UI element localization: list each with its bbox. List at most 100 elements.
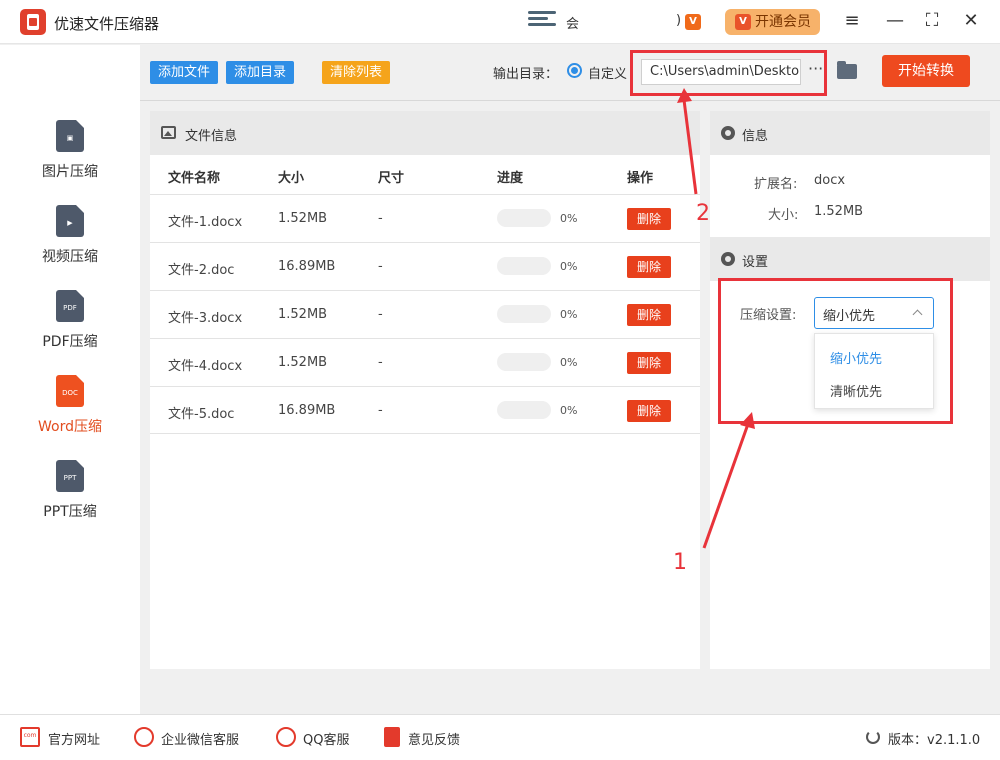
delete-button[interactable]: 删除 (627, 256, 671, 278)
progress-bar (497, 305, 551, 323)
refresh-icon[interactable] (866, 730, 880, 744)
annotation-number-1: 1 (673, 550, 687, 575)
file-name: 文件-4.docx (168, 359, 243, 374)
sidebar-item-label: 图片压缩 (42, 164, 98, 180)
sidebar-item-label: PDF压缩 (42, 334, 98, 350)
info-header: 信息 (710, 111, 990, 155)
progress-bar (497, 353, 551, 371)
file-size: 16.89MB (278, 403, 336, 418)
website-link[interactable]: 官方网址 (48, 729, 100, 748)
sidebar-item-pdf[interactable]: PDF PDF压缩 (0, 290, 140, 370)
column-header-progress: 进度 (497, 171, 524, 186)
custom-radio-label[interactable]: 自定义 (588, 63, 627, 82)
file-size: 16.89MB (278, 259, 336, 274)
feedback-icon (384, 727, 400, 747)
wechat-service-icon (134, 727, 154, 747)
user-name-mask (580, 8, 682, 36)
sidebar-item-ppt[interactable]: PPT PPT压缩 (0, 460, 140, 540)
progress-percent: 0% (560, 260, 578, 273)
settings-header: 设置 (710, 237, 990, 281)
vip-button[interactable]: V 开通会员 (725, 9, 820, 35)
user-name-tail: ) (676, 13, 682, 28)
user-avatar-icon[interactable] (528, 11, 556, 33)
wechat-service-link[interactable]: 企业微信客服 (161, 729, 239, 748)
extension-value: docx (814, 173, 846, 188)
doc-file-icon: DOC (56, 375, 84, 407)
delete-button[interactable]: 删除 (627, 208, 671, 230)
table-row[interactable]: 文件-3.docx 1.52MB - 0% 删除 (150, 290, 700, 338)
annotation-box-output-path (630, 50, 827, 96)
file-size: 1.52MB (278, 355, 328, 370)
file-dimensions: - (378, 307, 383, 322)
output-dir-label: 输出目录： (493, 67, 559, 82)
file-dimensions: - (378, 355, 383, 370)
table-row[interactable]: 文件-4.docx 1.52MB - 0% 删除 (150, 338, 700, 386)
progress-bar (497, 209, 551, 227)
info-title: 信息 (742, 129, 769, 144)
delete-button[interactable]: 删除 (627, 304, 671, 326)
delete-button[interactable]: 删除 (627, 400, 671, 422)
column-header-name: 文件名称 (168, 171, 221, 186)
file-name: 文件-2.doc (168, 263, 235, 278)
sidebar-item-video[interactable]: ▶ 视频压缩 (0, 205, 140, 285)
file-panel-title: 文件信息 (185, 129, 238, 144)
progress-percent: 0% (560, 404, 578, 417)
file-info-panel: 文件信息 文件名称 大小 尺寸 进度 操作 文件-1.docx 1.52MB -… (150, 111, 700, 669)
gear-icon (721, 252, 735, 266)
column-header-dimensions: 尺寸 (378, 171, 405, 186)
progress-percent: 0% (560, 356, 578, 369)
file-name: 文件-5.doc (168, 407, 235, 422)
vip-badge-icon: V (685, 14, 701, 30)
folder-icon[interactable] (837, 61, 857, 79)
file-size: 1.52MB (278, 211, 328, 226)
table-row[interactable]: 文件-1.docx 1.52MB - 0% 删除 (150, 194, 700, 242)
custom-radio[interactable] (567, 63, 582, 78)
column-header-size: 大小 (278, 171, 305, 186)
toolbar: 添加文件 添加目录 清除列表 输出目录： 自定义 C:\Users\admin\… (140, 45, 1000, 101)
gear-icon (721, 126, 735, 140)
title-bar: 优速文件压缩器 会 ) V V 开通会员 ≡ — ⛶ ✕ (0, 0, 1000, 44)
file-dimensions: - (378, 259, 383, 274)
file-dimensions: - (378, 211, 383, 226)
website-icon (20, 727, 40, 747)
close-icon[interactable]: ✕ (960, 10, 982, 32)
file-dimensions: - (378, 403, 383, 418)
sidebar-item-word[interactable]: DOC Word压缩 (0, 375, 140, 455)
minimize-icon[interactable]: — (884, 10, 906, 32)
progress-bar (497, 401, 551, 419)
vip-button-label: 开通会员 (755, 14, 811, 30)
column-header-action: 操作 (627, 171, 654, 186)
start-convert-button[interactable]: 开始转换 (882, 55, 970, 87)
file-name: 文件-3.docx (168, 311, 243, 326)
vip-icon: V (735, 14, 751, 30)
qq-icon (276, 727, 296, 747)
sidebar-item-image[interactable]: ▣ 图片压缩 (0, 120, 140, 200)
file-panel-header: 文件信息 (150, 111, 700, 155)
file-size: 1.52MB (278, 307, 328, 322)
add-file-button[interactable]: 添加文件 (150, 61, 219, 84)
size-label: 大小: (768, 208, 799, 223)
table-row[interactable]: 文件-2.doc 16.89MB - 0% 删除 (150, 242, 700, 290)
footer-bar: 官方网址 企业微信客服 QQ客服 意见反馈 版本：v2.1.1.0 (0, 714, 1000, 760)
feedback-link[interactable]: 意见反馈 (408, 729, 460, 748)
clear-list-button[interactable]: 清除列表 (322, 61, 391, 84)
progress-bar (497, 257, 551, 275)
maximize-icon[interactable]: ⛶ (921, 10, 943, 32)
ppt-file-icon: PPT (56, 460, 84, 492)
qq-service-link[interactable]: QQ客服 (303, 729, 349, 748)
picture-icon (161, 126, 176, 139)
video-file-icon: ▶ (56, 205, 84, 237)
menu-icon[interactable]: ≡ (841, 10, 863, 32)
delete-button[interactable]: 删除 (627, 352, 671, 374)
pdf-file-icon: PDF (56, 290, 84, 322)
app-title: 优速文件压缩器 (54, 15, 160, 33)
extension-label: 扩展名: (754, 177, 798, 192)
progress-percent: 0% (560, 308, 578, 321)
table-row[interactable]: 文件-5.doc 16.89MB - 0% 删除 (150, 386, 700, 434)
size-value: 1.52MB (814, 204, 864, 219)
add-folder-button[interactable]: 添加目录 (226, 61, 295, 84)
sidebar-item-label: PPT压缩 (43, 504, 97, 520)
progress-percent: 0% (560, 212, 578, 225)
version-text: 版本：v2.1.1.0 (888, 733, 981, 748)
file-name: 文件-1.docx (168, 215, 243, 230)
